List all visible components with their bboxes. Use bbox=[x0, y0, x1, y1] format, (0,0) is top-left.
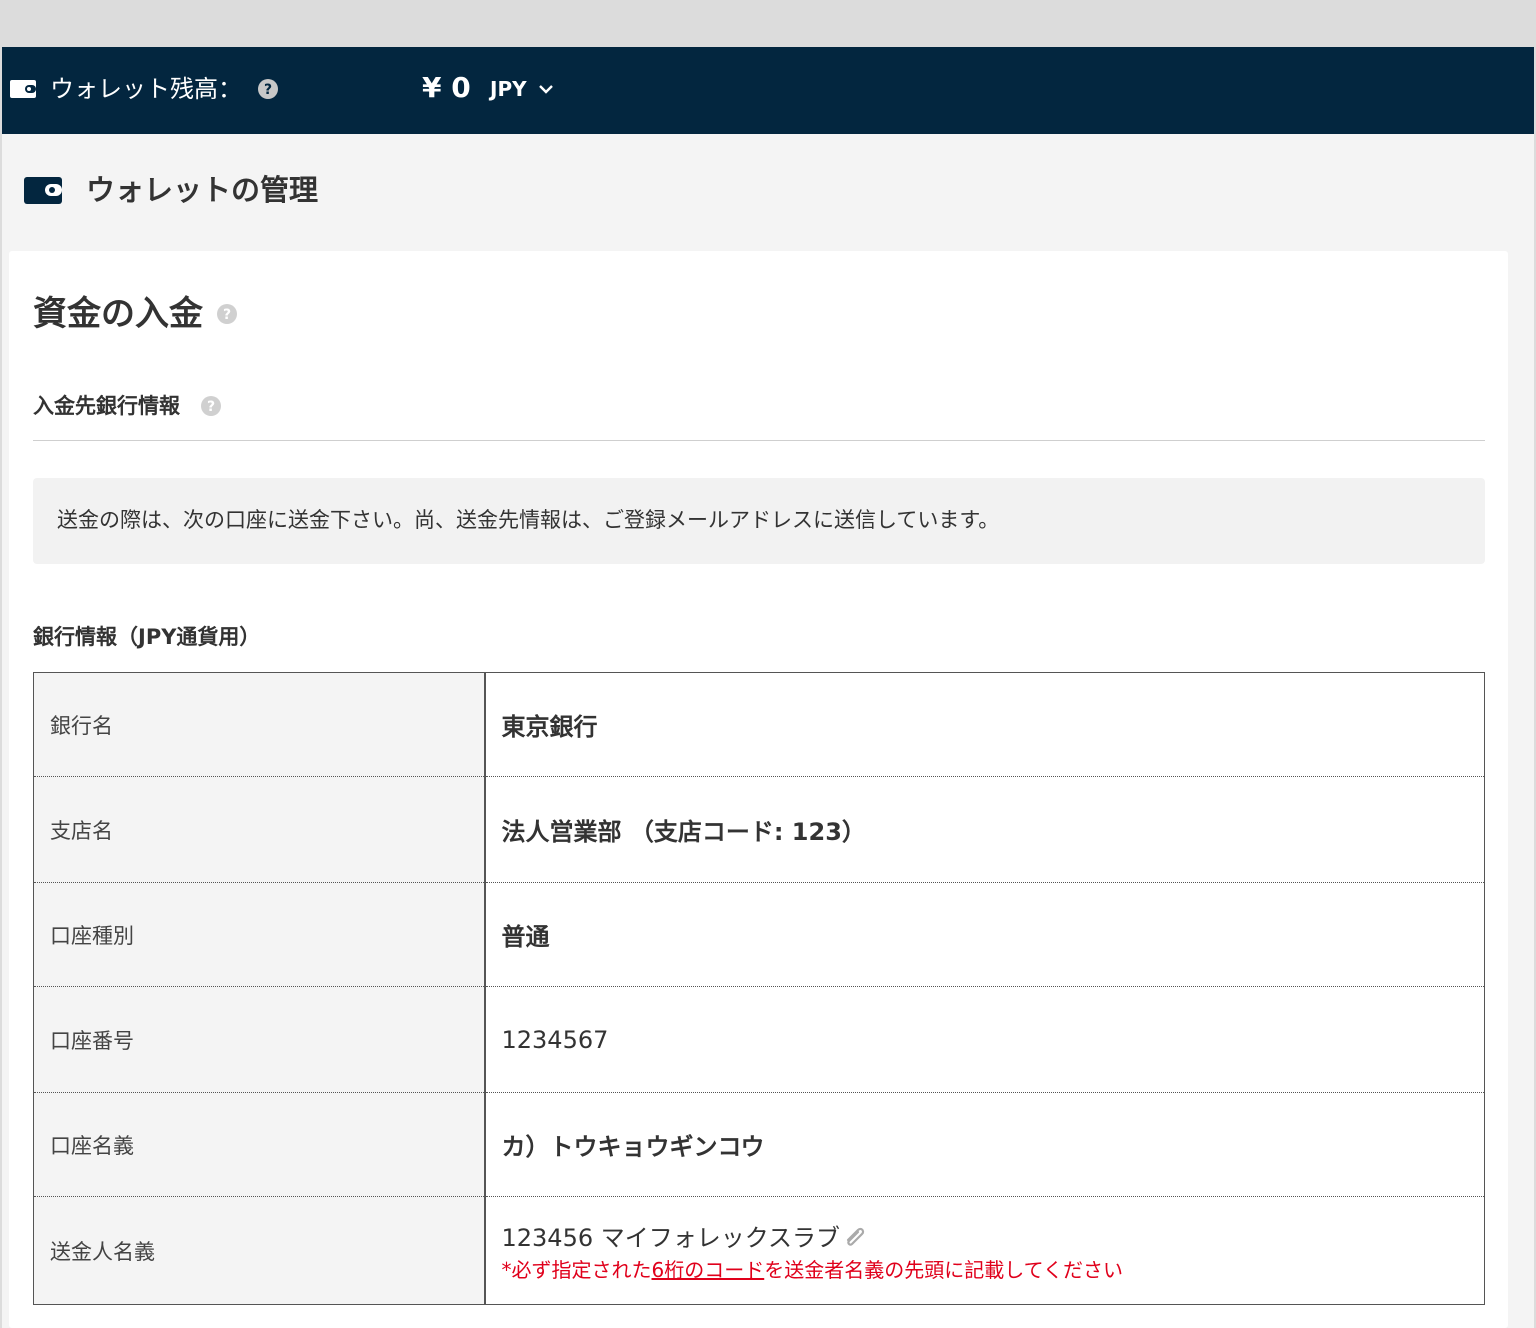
help-icon[interactable]: ? bbox=[201, 396, 221, 416]
remitter-name-cell: 123456 マイフォレックスラブ *必ず指定された6桁のコードを送金者名義の先… bbox=[485, 1197, 1485, 1305]
table-row: 送金人名義 123456 マイフォレックスラブ *必ず指定された6桁のコードを送… bbox=[33, 1196, 1485, 1305]
deposit-card: 資金の入金 ? 入金先銀行情報 ? 送金の際は、次の口座に送金下さい。尚、送金先… bbox=[9, 251, 1508, 1328]
branch-name-label: 支店名 bbox=[33, 776, 486, 883]
wallet-balance-bar: ウォレット残高： ? ¥ 0 JPY bbox=[2, 47, 1534, 134]
currency-label: JPY bbox=[490, 77, 527, 101]
deposit-title: 資金の入金 bbox=[33, 294, 203, 334]
remitter-name-label: 送金人名義 bbox=[33, 1196, 486, 1305]
wallet-balance-label: ウォレット残高： bbox=[50, 75, 242, 103]
account-number-value: 1234567 bbox=[484, 986, 1485, 1093]
six-digit-code-link[interactable]: 6桁のコード bbox=[652, 1258, 765, 1282]
svg-text:?: ? bbox=[223, 307, 231, 323]
account-type-value: 普通 bbox=[484, 882, 1485, 987]
paperclip-icon[interactable] bbox=[842, 1224, 870, 1248]
account-type-label: 口座種別 bbox=[33, 882, 486, 987]
balance-amount: ¥ 0 bbox=[422, 71, 471, 104]
remitter-warning-prefix: *必ず指定された bbox=[501, 1258, 652, 1282]
page-title: ウォレットの管理 bbox=[86, 173, 319, 207]
app-frame: ウォレット残高： ? ¥ 0 JPY ウォレットの管理 資金の入金 ? 入金先銀… bbox=[2, 47, 1534, 1328]
chevron-down-icon bbox=[538, 85, 553, 94]
account-number-label: 口座番号 bbox=[33, 986, 486, 1093]
remitter-warning: *必ず指定された6桁のコードを送金者名義の先頭に記載してください bbox=[502, 1257, 1485, 1283]
branch-name-value: 法人営業部 （支店コード: 123） bbox=[484, 776, 1485, 883]
divider bbox=[33, 440, 1485, 441]
remitter-name-value: 123456 マイフォレックスラブ bbox=[501, 1224, 841, 1252]
table-row: 銀行名 東京銀行 bbox=[33, 672, 1485, 777]
table-row: 支店名 法人営業部 （支店コード: 123） bbox=[33, 776, 1485, 883]
bank-info-heading: 入金先銀行情報 bbox=[33, 394, 180, 418]
table-row: 口座種別 普通 bbox=[33, 882, 1485, 987]
page-header: ウォレットの管理 bbox=[24, 171, 318, 209]
remitter-warning-suffix: を送金者名義の先頭に記載してください bbox=[764, 1258, 1124, 1282]
help-icon[interactable]: ? bbox=[217, 304, 237, 324]
deposit-notice: 送金の際は、次の口座に送金下さい。尚、送金先情報は、ご登録メールアドレスに送信し… bbox=[33, 478, 1485, 564]
account-holder-label: 口座名義 bbox=[33, 1092, 486, 1197]
bank-name-label: 銀行名 bbox=[33, 672, 486, 777]
currency-select[interactable]: JPY bbox=[490, 75, 553, 103]
wallet-icon bbox=[24, 177, 62, 204]
svg-text:?: ? bbox=[207, 399, 215, 415]
wallet-icon bbox=[10, 80, 36, 98]
table-row: 口座番号 1234567 bbox=[33, 986, 1485, 1093]
remitter-line: 123456 マイフォレックスラブ bbox=[502, 1218, 1485, 1253]
svg-text:?: ? bbox=[264, 82, 272, 98]
help-icon[interactable]: ? bbox=[258, 79, 278, 99]
bank-table-heading: 銀行情報（JPY通貨用） bbox=[33, 625, 261, 649]
bank-info-table: 銀行名 東京銀行 支店名 法人営業部 （支店コード: 123） 口座種別 普通 … bbox=[33, 672, 1485, 1305]
table-row: 口座名義 カ）トウキョウギンコウ bbox=[33, 1092, 1485, 1197]
bank-name-value: 東京銀行 bbox=[484, 672, 1485, 777]
account-holder-value: カ）トウキョウギンコウ bbox=[484, 1092, 1485, 1197]
